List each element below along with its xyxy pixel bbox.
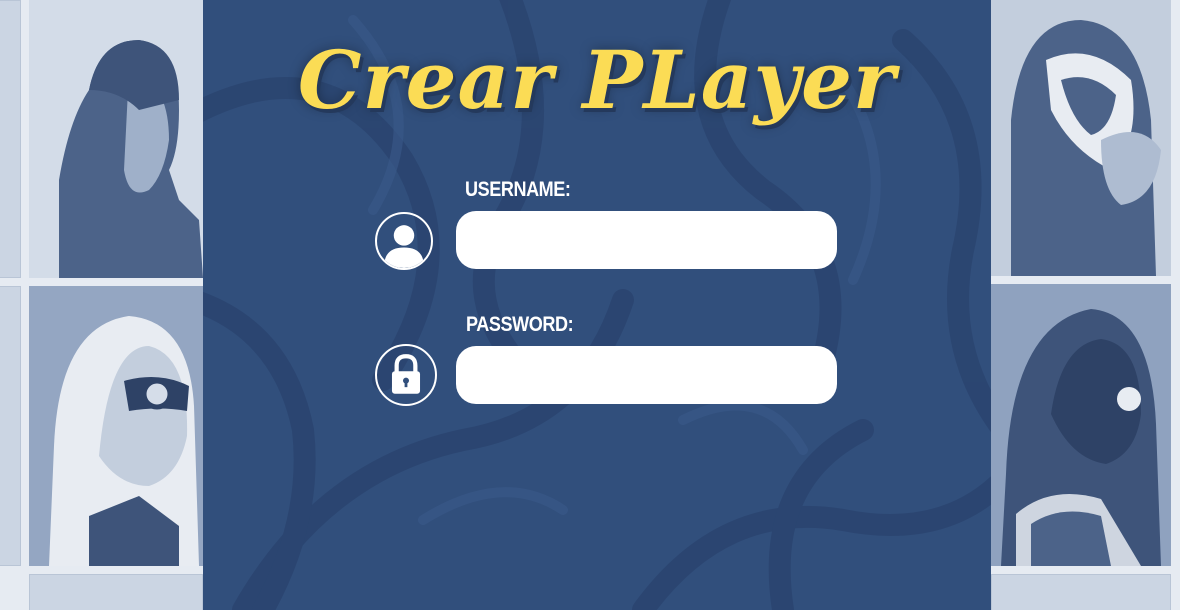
password-label: PASSWORD: (466, 313, 574, 336)
right-decorative-image-grid (991, 0, 1180, 610)
decorative-masked-hero-portrait (991, 284, 1171, 566)
padlock-icon (375, 344, 437, 406)
create-player-panel: Crear PLayer USERNAME: PASSWORD: (203, 0, 991, 610)
decorative-tile (0, 286, 21, 566)
decorative-tile (29, 574, 203, 610)
decorative-hero-portrait (29, 0, 203, 278)
user-avatar-icon (375, 212, 433, 270)
left-decorative-image-grid (0, 0, 203, 610)
decorative-tile (0, 0, 21, 278)
password-input[interactable] (456, 346, 837, 404)
decorative-villain-portrait (991, 0, 1171, 276)
username-input[interactable] (456, 211, 837, 269)
page-title: Crear PLayer (297, 33, 897, 127)
decorative-tile (991, 574, 1171, 610)
decorative-heroine-portrait (29, 286, 203, 566)
username-label: USERNAME: (465, 178, 571, 201)
